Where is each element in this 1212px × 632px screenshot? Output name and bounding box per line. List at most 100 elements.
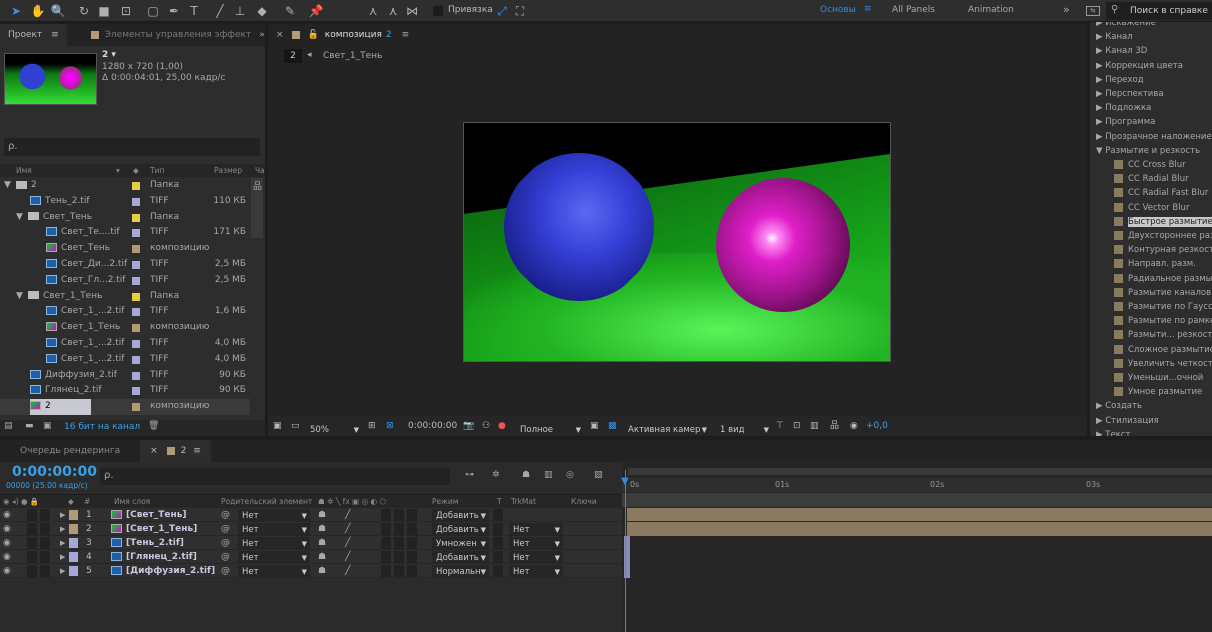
selection-tool-icon[interactable]: ➤	[8, 3, 24, 19]
label-swatch[interactable]	[69, 566, 78, 576]
layer-row[interactable]: ◉ ▶ 5 [Диффузия_2.tif] @ Нет ☗ ╱ Нормаль…	[0, 564, 622, 579]
disclosure-triangle-icon[interactable]: ▶	[1096, 416, 1103, 426]
exposure-reset-icon[interactable]: ◉	[850, 416, 858, 436]
snap-checkbox[interactable]	[433, 6, 443, 16]
effect-item[interactable]: CC Radial Blur	[1090, 172, 1189, 186]
layer-row[interactable]: ◉ ▶ 1 [Свет_Тень] @ Нет ☗ ╱ Добавить	[0, 508, 622, 523]
pan-behind-tool-icon[interactable]: ⊡	[118, 3, 134, 19]
label-swatch[interactable]	[132, 292, 140, 301]
exposure-value[interactable]: +0,0	[866, 416, 888, 436]
layer-name[interactable]: [Глянец_2.tif]	[126, 552, 197, 562]
region-of-interest-icon[interactable]: ▣	[590, 416, 599, 436]
label-tag-icon[interactable]: ◆	[133, 164, 139, 177]
project-item[interactable]: ▼ Свет_1_Тень Папка	[0, 289, 250, 305]
project-item[interactable]: 2 композицию	[0, 399, 250, 415]
switch-box[interactable]	[394, 551, 404, 563]
time-ruler[interactable]: 0s 01s 02s 03s	[622, 478, 1212, 492]
effect-category[interactable]: ▼ Размытие и резкость	[1096, 144, 1200, 158]
layer-search-input[interactable]: ρ.	[100, 468, 450, 485]
effect-category[interactable]: ▶ Искажение	[1096, 22, 1156, 30]
switch-box[interactable]	[407, 565, 417, 577]
pickwhip-icon[interactable]: @	[221, 508, 230, 522]
label-swatch[interactable]	[132, 276, 140, 285]
switch-box[interactable]	[394, 523, 404, 535]
switch-box[interactable]	[407, 523, 417, 535]
column-type[interactable]: Тип	[150, 164, 164, 177]
lock-toggle[interactable]	[40, 523, 50, 535]
eye-icon[interactable]: ◉	[3, 508, 11, 522]
layer-bar-2[interactable]	[627, 522, 1212, 536]
disclosure-triangle-icon[interactable]: ▼	[1096, 146, 1103, 156]
rectangle-tool-icon[interactable]: ▢	[145, 3, 161, 19]
composition-canvas[interactable]	[463, 122, 891, 362]
composition-mini-flowchart-icon[interactable]: ⊶	[465, 470, 474, 480]
project-item[interactable]: ▼ 2 Папка	[0, 178, 250, 194]
eye-icon[interactable]: ◉	[3, 522, 11, 536]
disclosure-triangle-icon[interactable]: ▶	[1096, 61, 1103, 71]
label-swatch[interactable]	[69, 538, 78, 548]
expand-arrow-icon[interactable]: ▶	[60, 536, 65, 550]
project-item[interactable]: ▼ Свет_Тень Папка	[0, 210, 250, 226]
layer-name[interactable]: [Диффузия_2.tif]	[126, 566, 215, 576]
switch-box[interactable]	[381, 565, 391, 577]
effect-category[interactable]: ▶ Канал 3D	[1096, 44, 1147, 58]
effect-category[interactable]: ▶ Текст	[1096, 428, 1130, 436]
effect-item[interactable]: CC Vector Blur	[1090, 201, 1189, 215]
bit-depth-button[interactable]: 16 бит на канал	[64, 422, 140, 432]
pickwhip-icon[interactable]: @	[221, 536, 230, 550]
effect-item[interactable]: CC Cross Blur	[1090, 158, 1186, 172]
disclosure-triangle-icon[interactable]: ▶	[1096, 103, 1103, 113]
label-swatch[interactable]	[132, 229, 140, 238]
label-swatch[interactable]	[132, 308, 140, 317]
preserve-transparency-toggle[interactable]	[493, 509, 503, 521]
quality-switch-icon[interactable]: ╱	[345, 564, 350, 578]
project-item[interactable]: Свет_Гл...2.tif TIFF 2,5 МБ	[0, 273, 250, 289]
effect-category[interactable]: ▶ Прозрачное наложение	[1096, 130, 1212, 144]
graph-editor-icon[interactable]: ▧	[594, 470, 603, 480]
lock-toggle[interactable]	[40, 551, 50, 563]
grid-icon[interactable]: ⊠	[386, 416, 394, 436]
label-swatch[interactable]	[69, 552, 78, 562]
channels-icon[interactable]: ●	[498, 416, 506, 436]
effect-item[interactable]: Размыти... резкости	[1090, 328, 1212, 342]
effect-category[interactable]: ▶ Коррекция цвета	[1096, 59, 1183, 73]
project-item[interactable]: Диффузия_2.tif TIFF 90 КБ	[0, 368, 250, 384]
snap-options-icon[interactable]: ⛶	[512, 3, 528, 19]
effect-item[interactable]: Размытие по Гауссу	[1090, 300, 1212, 314]
disclosure-triangle-icon[interactable]: ▶	[1096, 430, 1103, 436]
expand-arrow-icon[interactable]: ▶	[60, 522, 65, 536]
snap-icon[interactable]: ⤢	[494, 3, 510, 19]
current-time-display[interactable]: 0:00:00:00	[12, 464, 97, 480]
eye-icon[interactable]: ◉	[3, 564, 11, 578]
effect-category[interactable]: ▶ Канал	[1096, 30, 1133, 44]
sync-icon[interactable]: ⇆	[1086, 6, 1100, 16]
switch-box[interactable]	[394, 537, 404, 549]
solo-toggle[interactable]	[27, 551, 37, 563]
workspace-overflow-button[interactable]: »	[1063, 3, 1070, 16]
puppet-pin-tool-icon[interactable]: 📌	[308, 3, 324, 19]
playhead-line[interactable]	[625, 470, 626, 632]
hand-tool-icon[interactable]: ✋	[30, 3, 46, 19]
camera-dropdown[interactable]: Активная камер	[624, 420, 710, 440]
column-duration[interactable]: Ча	[255, 164, 265, 177]
switch-box[interactable]	[407, 509, 417, 521]
help-search-input[interactable]: ⚲ Поиск в справке	[1106, 2, 1212, 20]
layer-row[interactable]: ◉ ▶ 4 [Глянец_2.tif] @ Нет ☗ ╱ Добавить …	[0, 550, 622, 565]
pen-tool-icon[interactable]: ✒	[166, 3, 182, 19]
trkmat-dropdown[interactable]: Нет	[509, 523, 563, 537]
shy-switch-icon[interactable]: ☗	[318, 508, 326, 522]
motion-blur-icon[interactable]: ◎	[566, 470, 574, 480]
label-swatch[interactable]	[132, 324, 140, 333]
parent-dropdown[interactable]: Нет	[238, 509, 310, 523]
column-parent[interactable]: Родительский элемент	[221, 495, 312, 509]
effect-item[interactable]: Уменьши...очной	[1090, 371, 1203, 385]
expand-arrow-icon[interactable]: ▶	[60, 550, 65, 564]
preserve-transparency-toggle[interactable]	[493, 565, 503, 577]
monitor-icon[interactable]: ▭	[291, 416, 300, 436]
tab-comp-2[interactable]: × 2 ≡	[140, 440, 211, 462]
disclosure-triangle-icon[interactable]: ▶	[1096, 75, 1103, 85]
shy-switch-icon[interactable]: ☗	[318, 550, 326, 564]
quality-switch-icon[interactable]: ╱	[345, 550, 350, 564]
lock-toggle[interactable]	[40, 537, 50, 549]
preserve-transparency-toggle[interactable]	[493, 537, 503, 549]
